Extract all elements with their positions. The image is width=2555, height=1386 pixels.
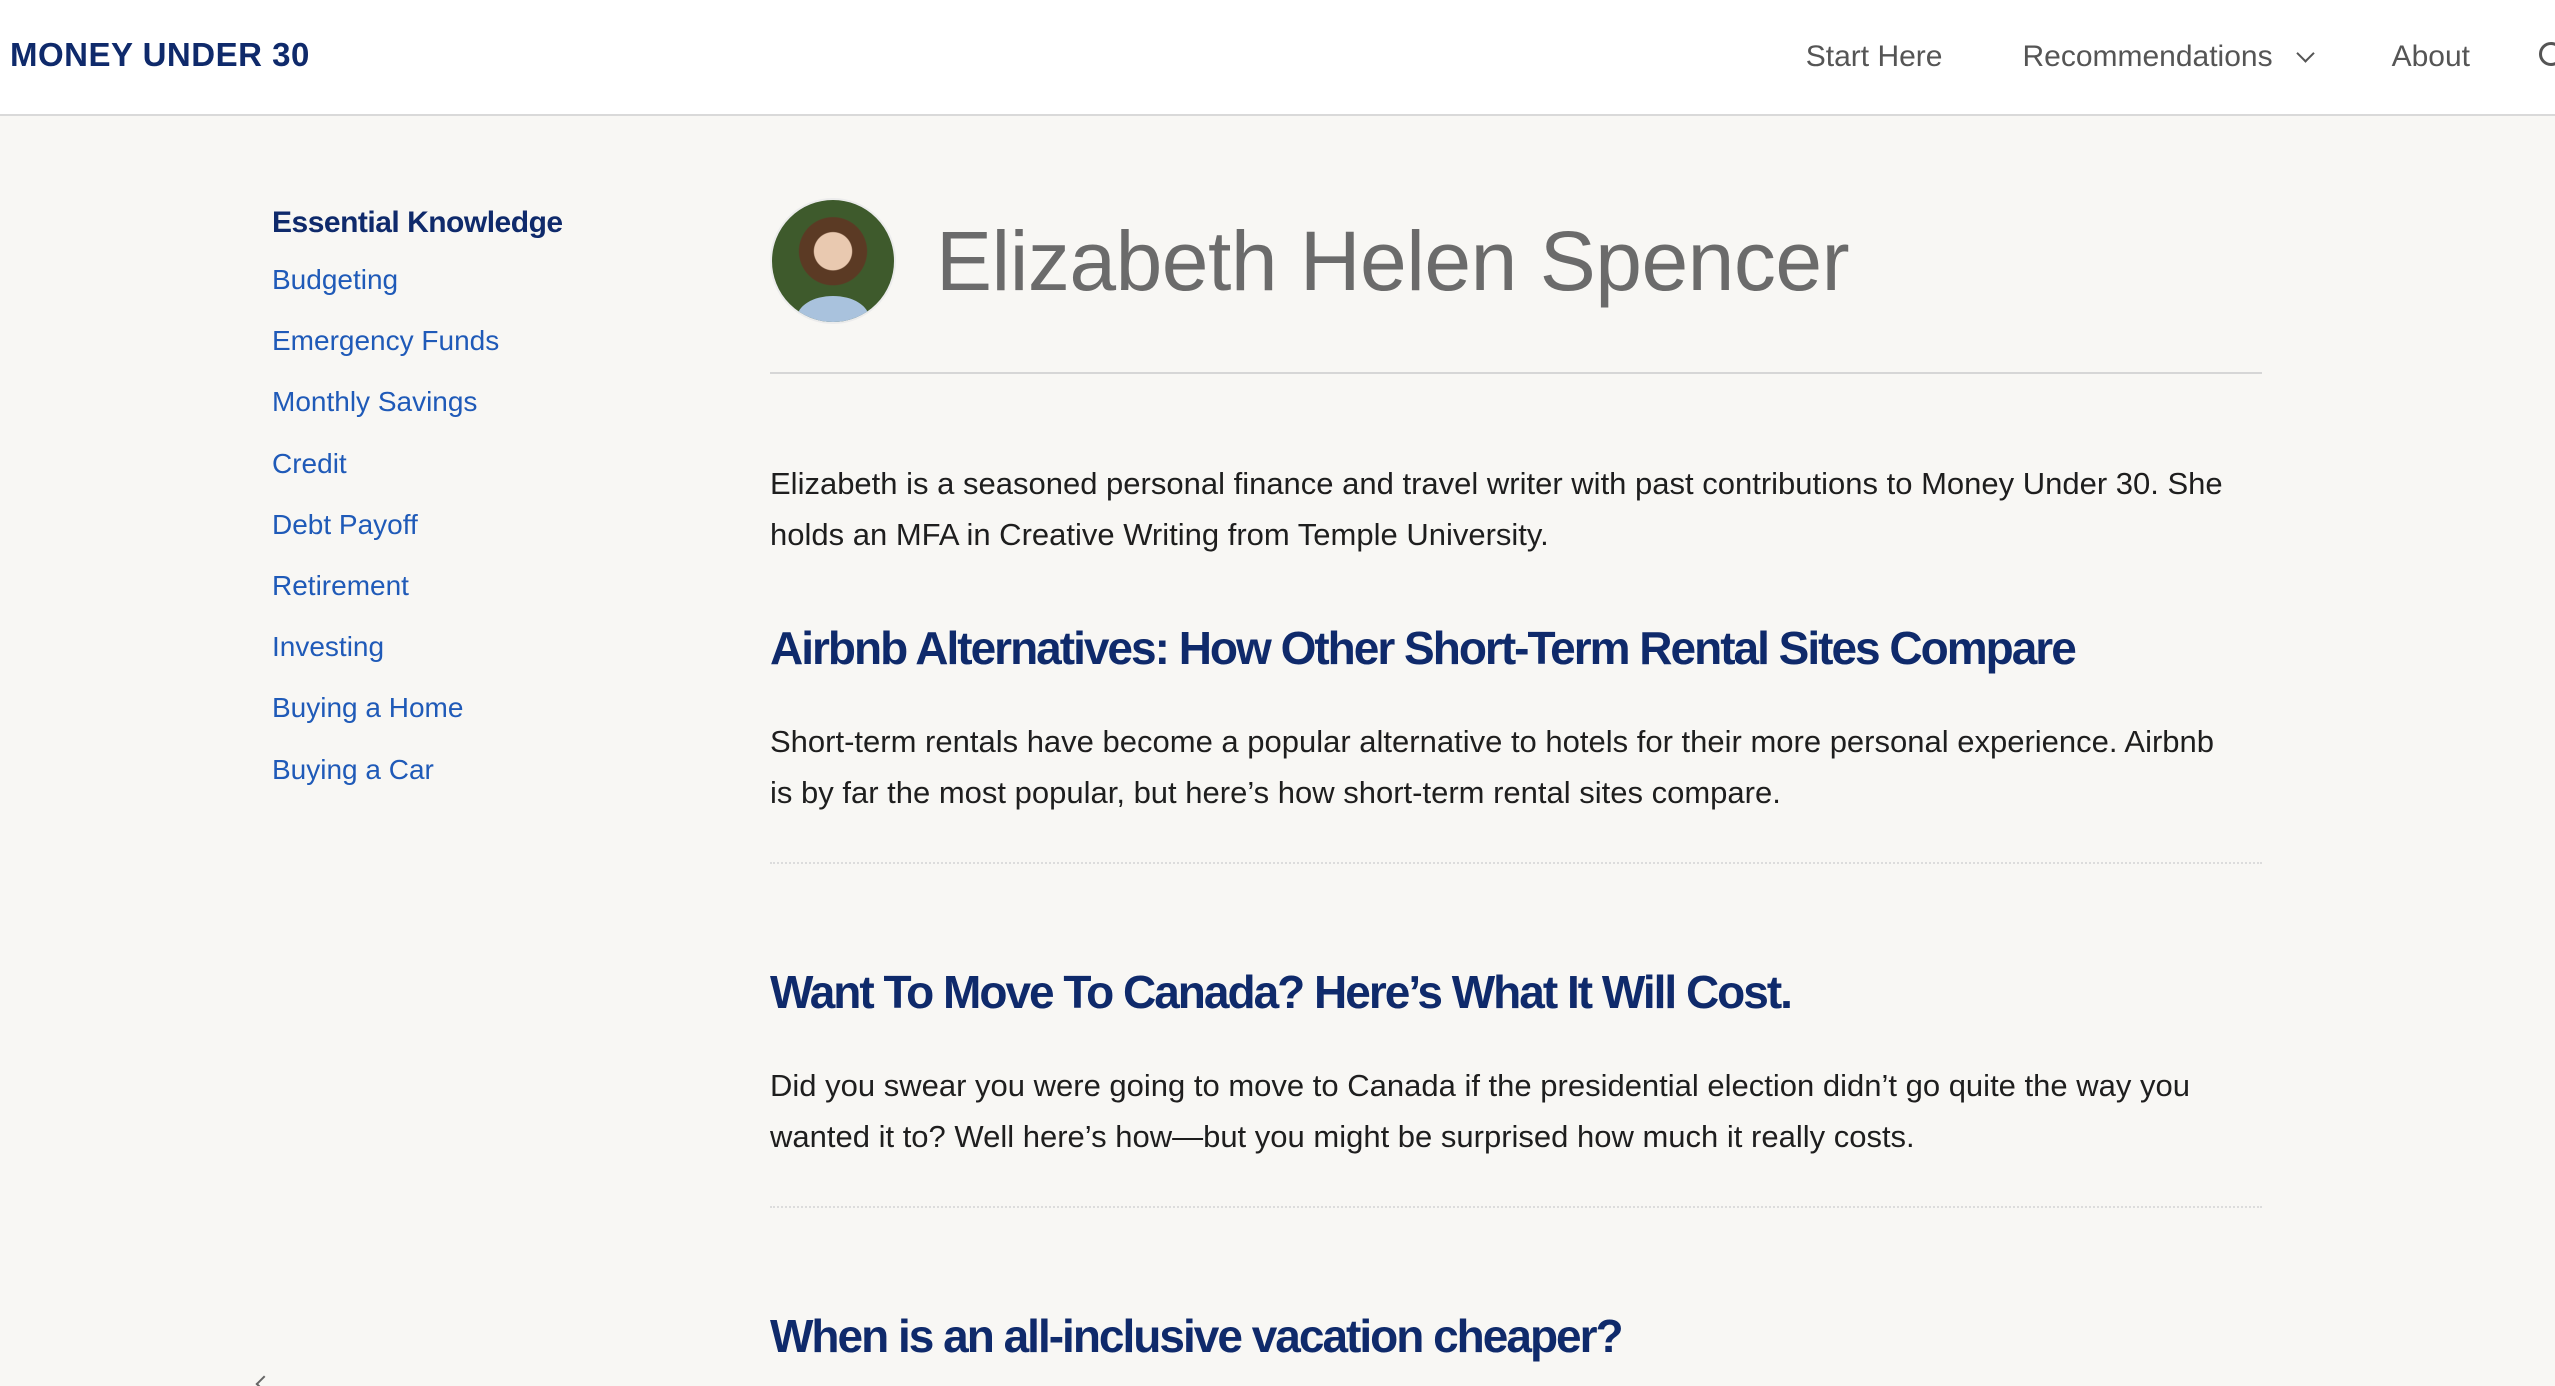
sidebar-link-buying-a-car[interactable]: Buying a Car	[272, 754, 434, 785]
article-excerpt: Did you swear you were going to move to …	[770, 1068, 2190, 1154]
article-title[interactable]: When is an all-inclusive vacation cheape…	[770, 1310, 2262, 1362]
author-avatar	[770, 198, 896, 324]
author-header: Elizabeth Helen Spencer	[770, 198, 2262, 374]
sidebar-heading: Essential Knowledge	[272, 206, 563, 239]
author-bio: Elizabeth is a seasoned personal finance…	[770, 466, 2223, 552]
sidebar: Essential Knowledge Budgeting Emergency …	[272, 206, 692, 815]
nav-about[interactable]: About	[2392, 40, 2470, 74]
search-icon[interactable]	[2539, 42, 2555, 66]
nav-start-here[interactable]: Start Here	[1806, 40, 1943, 74]
sidebar-item-debt-payoff: Debt Payoff	[272, 509, 692, 570]
sidebar-link-debt-payoff[interactable]: Debt Payoff	[272, 509, 418, 540]
article-card: Airbnb Alternatives: How Other Short-Ter…	[770, 622, 2262, 864]
sidebar-list: Budgeting Emergency Funds Monthly Saving…	[272, 264, 692, 815]
sidebar-item-retirement: Retirement	[272, 570, 692, 631]
sidebar-link-monthly-savings[interactable]: Monthly Savings	[272, 386, 477, 417]
sidebar-item-emergency-funds: Emergency Funds	[272, 325, 692, 386]
nav-recommendations[interactable]: Recommendations	[2022, 40, 2315, 74]
article-card: When is an all-inclusive vacation cheape…	[770, 1310, 2262, 1386]
page: MONEY UNDER 30 Start Here Recommendation…	[0, 0, 2555, 1386]
nav-about-label: About	[2391, 40, 2470, 73]
sidebar-item-buying-a-car: Buying a Car	[272, 754, 692, 815]
avatar-shirt	[797, 296, 869, 322]
nav-start-here-label: Start Here	[1805, 40, 1943, 73]
chevron-down-icon	[2295, 43, 2315, 63]
chevron-up-icon	[255, 1375, 273, 1386]
site-logo[interactable]: MONEY UNDER 30	[10, 36, 310, 74]
nav-recommendations-label: Recommendations	[2022, 40, 2273, 73]
sidebar-item-buying-a-home: Buying a Home	[272, 692, 692, 753]
main-nav: Start Here Recommendations About	[1806, 0, 2555, 114]
article-title[interactable]: Want To Move To Canada? Here’s What It W…	[770, 966, 2262, 1018]
main-content: Elizabeth Helen Spencer Elizabeth is a s…	[770, 198, 2262, 1386]
article-card: Want To Move To Canada? Here’s What It W…	[770, 966, 2262, 1208]
sidebar-item-monthly-savings: Monthly Savings	[272, 386, 692, 447]
sidebar-link-buying-a-home[interactable]: Buying a Home	[272, 692, 463, 723]
sidebar-link-budgeting[interactable]: Budgeting	[272, 264, 398, 295]
sidebar-link-investing[interactable]: Investing	[272, 631, 384, 662]
author-name: Elizabeth Helen Spencer	[936, 213, 1850, 308]
sidebar-item-credit: Credit	[272, 448, 692, 509]
article-title[interactable]: Airbnb Alternatives: How Other Short-Ter…	[770, 622, 2262, 674]
sidebar-link-emergency-funds[interactable]: Emergency Funds	[272, 325, 499, 356]
sidebar-item-investing: Investing	[272, 631, 692, 692]
sidebar-link-retirement[interactable]: Retirement	[272, 570, 409, 601]
sidebar-link-credit[interactable]: Credit	[272, 448, 347, 479]
sidebar-item-budgeting: Budgeting	[272, 264, 692, 325]
article-excerpt: Short-term rentals have become a popular…	[770, 724, 2214, 810]
site-header: MONEY UNDER 30 Start Here Recommendation…	[0, 0, 2555, 116]
